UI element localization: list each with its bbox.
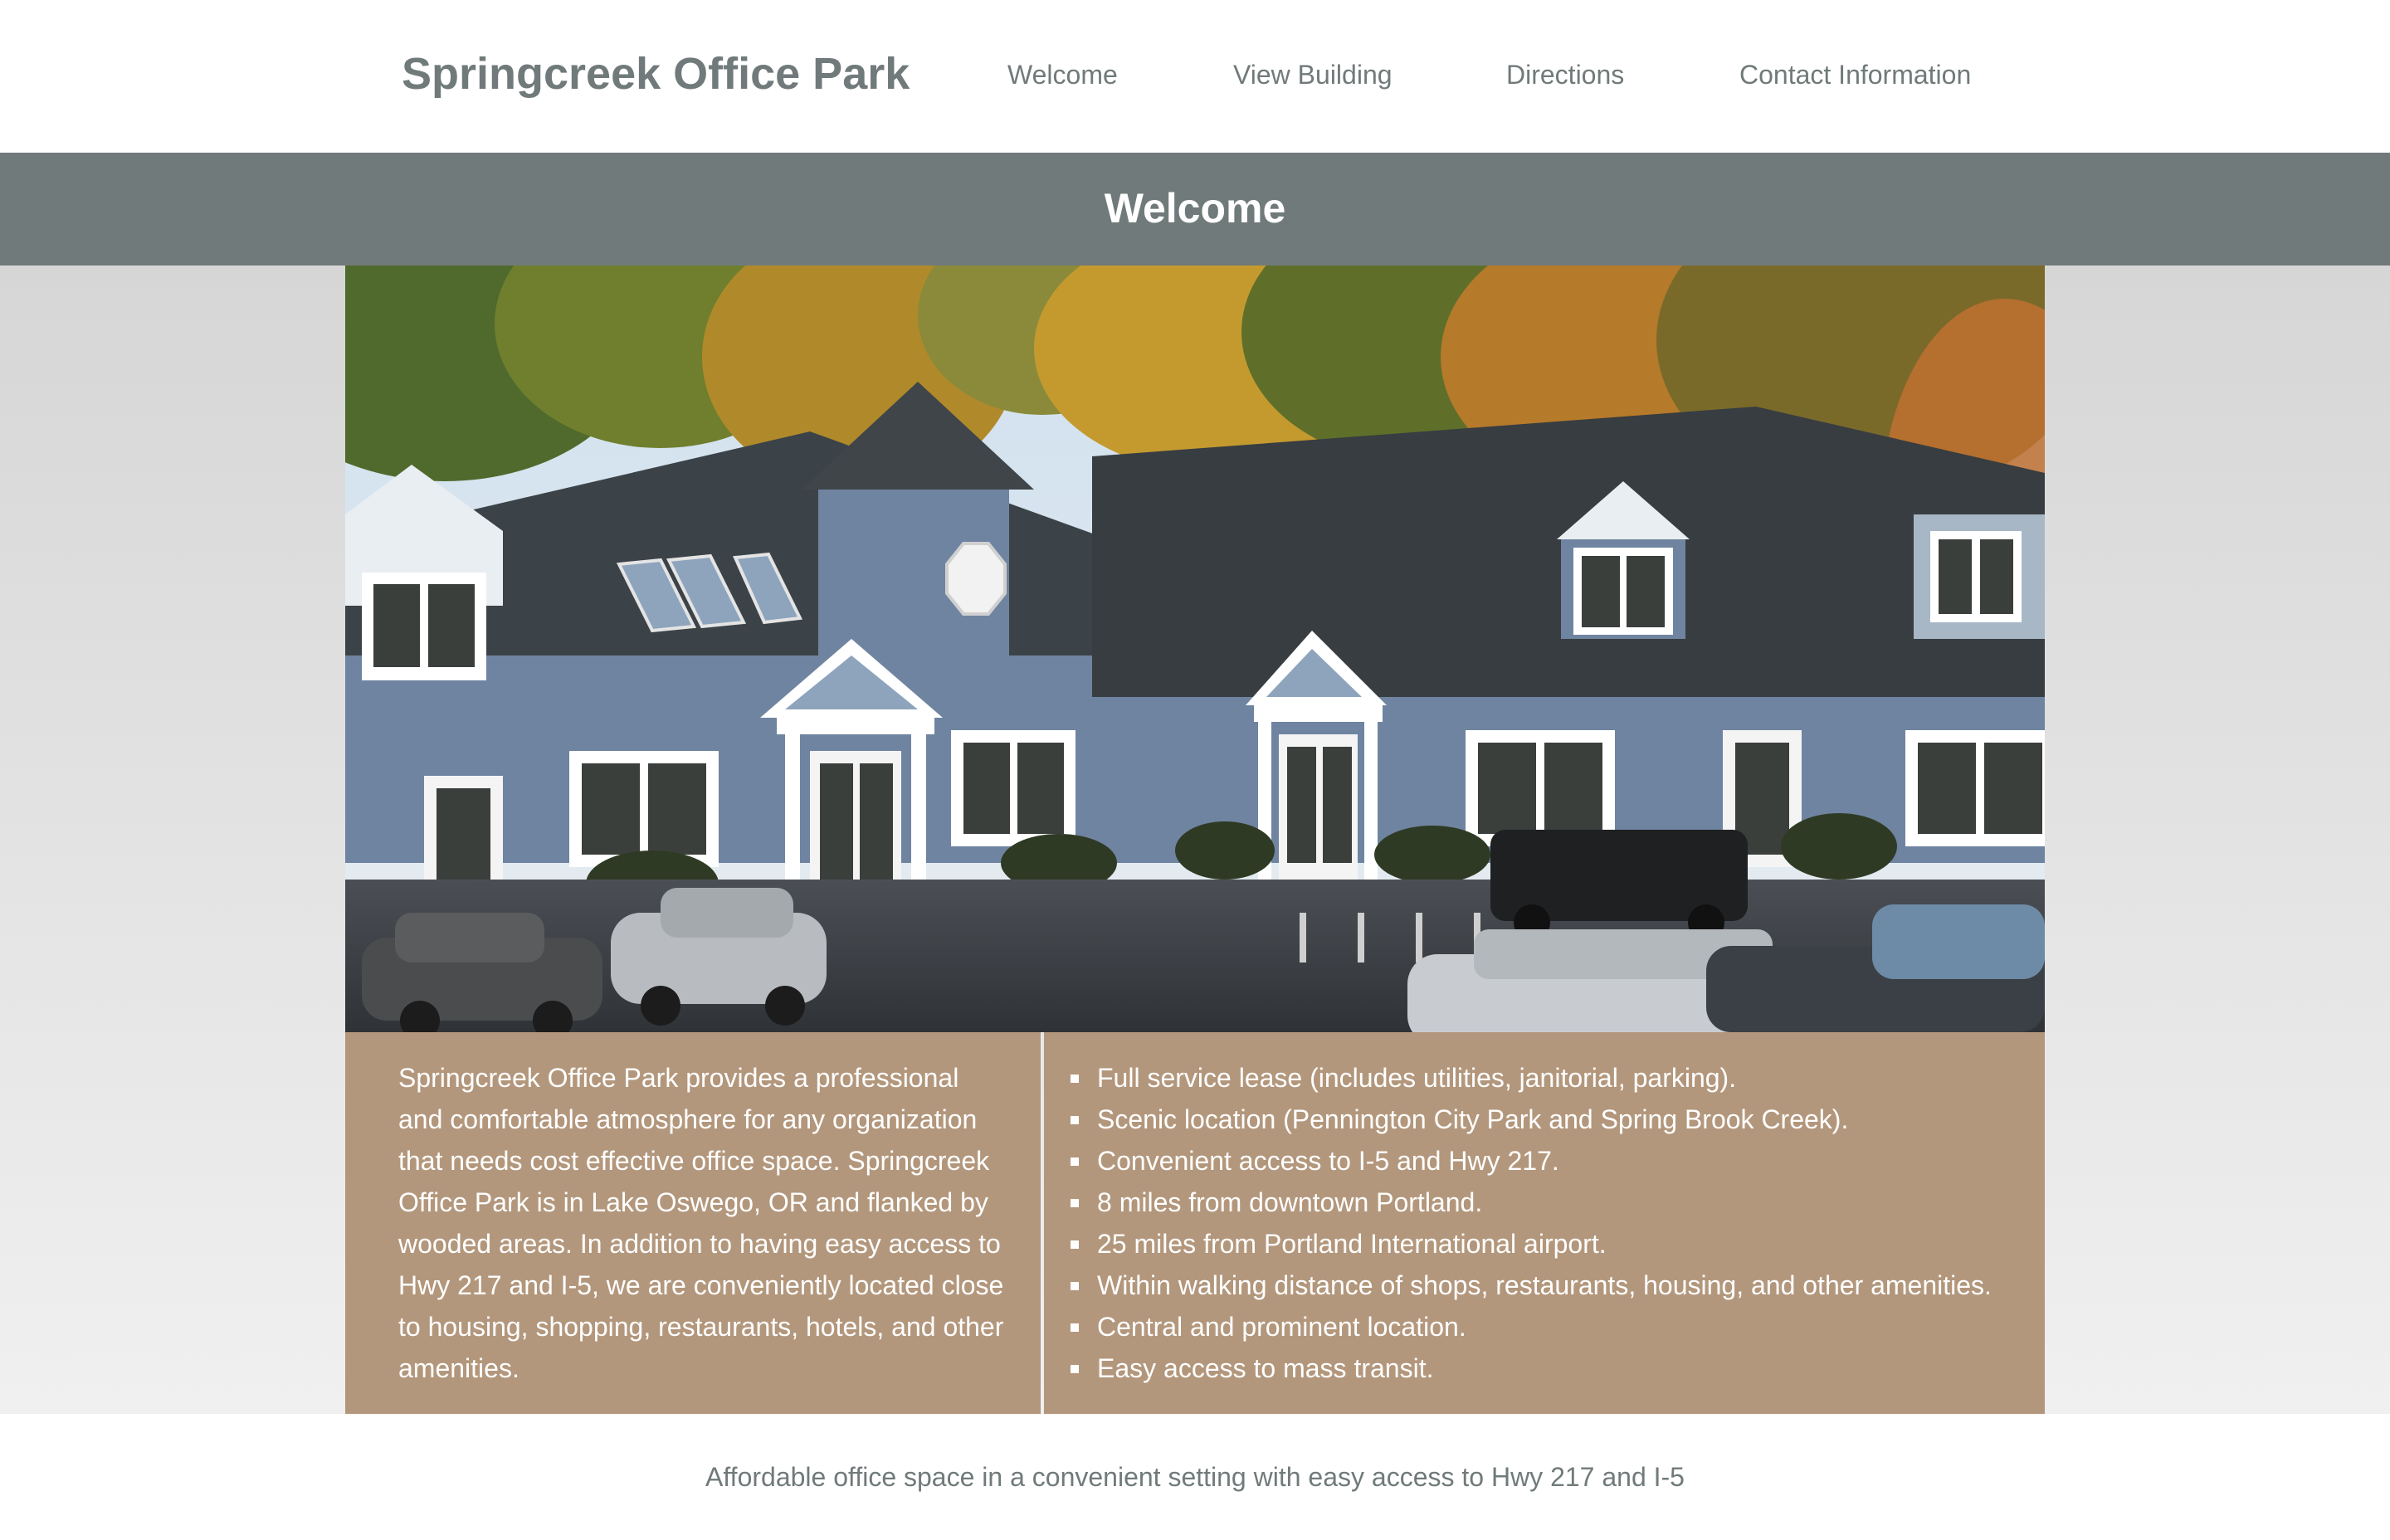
bullet-icon [1071,1157,1079,1166]
site-header: Springcreek Office Park Welcome View Bui… [0,0,2390,153]
feature-text: 25 miles from Portland International air… [1097,1229,1607,1259]
features-panel: Full service lease (includes utilities, … [1044,1032,2045,1414]
feature-text: Full service lease (includes utilities, … [1097,1063,1737,1093]
building-photo [345,266,2045,1032]
feature-text: Within walking distance of shops, restau… [1097,1270,1992,1300]
bullet-icon [1071,1282,1079,1290]
site-title[interactable]: Springcreek Office Park [402,48,910,100]
features-list: Full service lease (includes utilities, … [1069,1057,1992,1389]
feature-item: Convenient access to I-5 and Hwy 217. [1069,1140,1992,1182]
site-footer: Affordable office space in a convenient … [0,1414,2390,1540]
page-title: Welcome [1104,185,1286,231]
page-banner: Welcome [0,153,2390,266]
nav-link-contact-information[interactable]: Contact Information [1739,60,1971,90]
feature-item: Easy access to mass transit. [1069,1348,1992,1389]
bullet-icon [1071,1240,1079,1249]
nav-link-directions[interactable]: Directions [1506,60,1624,90]
feature-item: Scenic location (Pennington City Park an… [1069,1099,1992,1140]
footer-tagline: Affordable office space in a convenient … [705,1462,1685,1492]
bullet-icon [1071,1323,1079,1332]
feature-text: 8 miles from downtown Portland. [1097,1187,1483,1217]
feature-text: Central and prominent location. [1097,1312,1466,1342]
feature-text: Convenient access to I-5 and Hwy 217. [1097,1146,1559,1176]
bullet-icon [1071,1365,1079,1373]
feature-item: 8 miles from downtown Portland. [1069,1182,1992,1223]
feature-text: Scenic location (Pennington City Park an… [1097,1104,1849,1134]
intro-paragraph: Springcreek Office Park provides a profe… [398,1063,1004,1383]
intro-panel: Springcreek Office Park provides a profe… [345,1032,1041,1414]
feature-text: Easy access to mass transit. [1097,1353,1434,1383]
nav-link-welcome[interactable]: Welcome [1007,60,1118,90]
bullet-icon [1071,1199,1079,1207]
feature-item: Central and prominent location. [1069,1306,1992,1348]
bullet-icon [1071,1075,1079,1083]
feature-item: Within walking distance of shops, restau… [1069,1265,1992,1306]
feature-item: 25 miles from Portland International air… [1069,1223,1992,1265]
bullet-icon [1071,1116,1079,1124]
feature-item: Full service lease (includes utilities, … [1069,1057,1992,1099]
nav-link-view-building[interactable]: View Building [1233,60,1393,90]
